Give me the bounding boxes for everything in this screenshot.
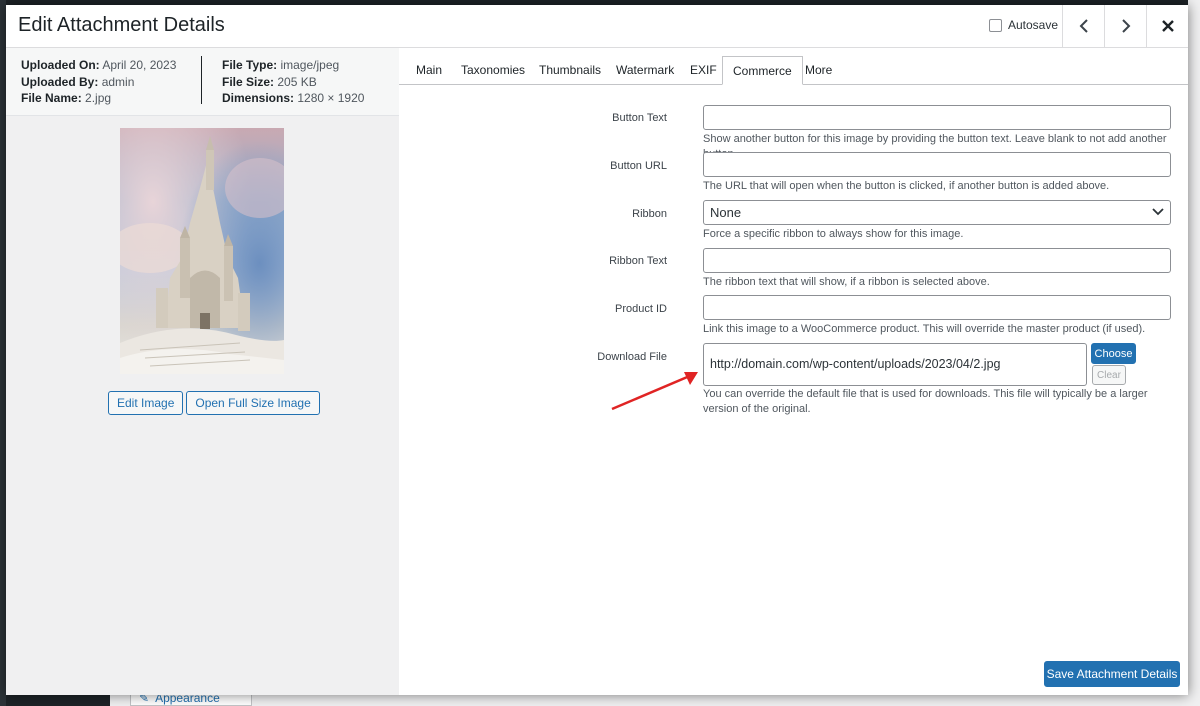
chevron-left-icon (1079, 19, 1088, 33)
button-text-label: Button Text (612, 112, 667, 124)
tab-main[interactable]: Main (406, 56, 452, 84)
modal-header: Edit Attachment Details Autosave (6, 5, 1188, 48)
open-full-size-button[interactable]: Open Full Size Image (186, 391, 320, 415)
tab-commerce[interactable]: Commerce (722, 56, 803, 85)
close-button[interactable] (1146, 5, 1189, 47)
file-details-left: Uploaded On: April 20, 2023 Uploaded By:… (21, 57, 176, 107)
dimensions: Dimensions: 1280 × 1920 (222, 90, 364, 107)
tab-exif[interactable]: EXIF (680, 56, 727, 84)
choose-file-button[interactable]: Choose (1091, 343, 1136, 364)
file-details: Uploaded On: April 20, 2023 Uploaded By:… (6, 48, 399, 116)
clear-file-button[interactable]: Clear (1092, 365, 1126, 385)
dimensions-value: 1280 × 1920 (297, 91, 365, 105)
save-attachment-details-button[interactable]: Save Attachment Details (1044, 661, 1180, 687)
annotation-arrow (611, 372, 698, 411)
file-name-label: File Name: (21, 91, 82, 105)
image-actions: Edit Image Open Full Size Image (108, 391, 320, 415)
tab-watermark[interactable]: Watermark (606, 56, 684, 84)
chevron-down-icon (1152, 208, 1164, 216)
attachment-preview-panel: Uploaded On: April 20, 2023 Uploaded By:… (6, 48, 399, 695)
chevron-right-icon (1122, 19, 1131, 33)
attachment-thumbnail (120, 128, 284, 374)
tab-taxonomies[interactable]: Taxonomies (451, 56, 535, 84)
uploaded-by: Uploaded By: admin (21, 74, 176, 91)
ribbon-text-description: The ribbon text that will show, if a rib… (703, 276, 990, 288)
file-details-right: File Type: image/jpeg File Size: 205 KB … (222, 57, 364, 107)
button-url-label: Button URL (610, 160, 667, 172)
button-text-input[interactable] (703, 105, 1171, 130)
uploaded-on-label: Uploaded On: (21, 58, 100, 72)
dimensions-label: Dimensions: (222, 91, 295, 105)
admin-content-edge (1188, 0, 1200, 706)
uploaded-on-value: April 20, 2023 (102, 58, 177, 72)
uploaded-on: Uploaded On: April 20, 2023 (21, 57, 176, 74)
product-id-description: Link this image to a WooCommerce product… (703, 323, 1146, 335)
file-name-value: 2.jpg (85, 91, 112, 105)
autosave-checkbox[interactable] (989, 18, 1002, 32)
tab-more[interactable]: More (795, 56, 842, 84)
file-size-value: 205 KB (277, 74, 317, 89)
download-file-description: You can override the default file that i… (703, 388, 1148, 415)
file-size: File Size: 205 KB (222, 74, 364, 91)
uploaded-by-value: admin (101, 74, 135, 89)
close-icon (1162, 20, 1174, 32)
file-size-label: File Size: (222, 74, 275, 89)
product-id-input[interactable] (703, 295, 1171, 320)
autosave-label: Autosave (1008, 18, 1059, 32)
tab-thumbnails[interactable]: Thumbnails (529, 56, 611, 84)
uploaded-by-label: Uploaded By: (21, 74, 99, 89)
autosave-toggle[interactable]: Autosave (989, 18, 1058, 32)
previous-button[interactable] (1062, 5, 1105, 47)
next-button[interactable] (1104, 5, 1147, 47)
button-url-input[interactable] (703, 152, 1171, 177)
modal-title: Edit Attachment Details (18, 14, 225, 36)
file-name: File Name: 2.jpg (21, 90, 176, 107)
ribbon-label: Ribbon (632, 208, 667, 220)
ribbon-selected-value: None (710, 205, 742, 220)
ribbon-text-input[interactable] (703, 248, 1171, 273)
download-file-label: Download File (597, 351, 667, 363)
product-id-label: Product ID (615, 303, 667, 315)
file-type-label: File Type: (222, 58, 278, 72)
attachment-tabs: Main Taxonomies Thumbnails Watermark EXI… (399, 48, 1188, 85)
button-url-description: The URL that will open when the button i… (703, 180, 1110, 192)
edit-attachment-modal: Edit Attachment Details Autosave Uploade… (6, 5, 1188, 695)
ribbon-description: Force a specific ribbon to always show f… (703, 228, 964, 240)
file-type: File Type: image/jpeg (222, 57, 364, 74)
sand-castle-image (120, 128, 284, 374)
ribbon-select[interactable]: None (703, 200, 1171, 225)
file-type-value: image/jpeg (280, 58, 340, 72)
ribbon-text-label: Ribbon Text (609, 255, 667, 267)
details-divider (201, 56, 202, 104)
edit-image-button[interactable]: Edit Image (108, 391, 184, 415)
download-file-input[interactable]: http://domain.com/wp-content/uploads/202… (703, 343, 1087, 386)
